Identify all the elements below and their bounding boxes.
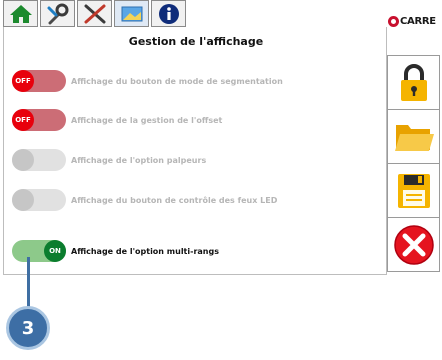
panel-title: Gestion de l'affichage xyxy=(128,35,264,48)
option-row-multirow: ON Affichage de l'option multi-rangs xyxy=(12,239,219,263)
display-settings-panel: Gestion de l'affichage OFF Affichage du … xyxy=(3,27,387,275)
brand-logo: CARRE xyxy=(388,14,440,28)
folder-icon xyxy=(394,124,434,151)
led-control-toggle[interactable] xyxy=(12,189,66,211)
multirow-toggle[interactable]: ON xyxy=(12,240,66,262)
info-icon xyxy=(158,3,179,24)
offset-toggle[interactable]: OFF xyxy=(12,109,66,131)
option-label: Affichage de l'option palpeurs xyxy=(71,155,207,165)
option-row-probes: Affichage de l'option palpeurs xyxy=(12,148,206,172)
open-folder-button[interactable] xyxy=(387,109,440,164)
tab-settings[interactable] xyxy=(77,0,112,27)
option-label: Affichage du bouton de mode de segmentat… xyxy=(71,76,283,86)
option-row-offset: OFF Affichage de la gestion de l'offset xyxy=(12,108,222,132)
toggle-knob xyxy=(12,149,34,171)
tab-tools[interactable] xyxy=(40,0,75,27)
logo-text: CARRE xyxy=(400,15,436,27)
close-icon xyxy=(393,224,434,265)
lock-button[interactable] xyxy=(387,55,440,110)
save-icon xyxy=(397,173,430,208)
segmentation-toggle[interactable]: OFF xyxy=(12,70,66,92)
tab-display[interactable] xyxy=(114,0,149,27)
tab-info[interactable] xyxy=(151,0,186,27)
option-row-led: Affichage du bouton de contrôle des feux… xyxy=(12,188,277,212)
home-icon xyxy=(9,4,32,23)
close-button[interactable] xyxy=(387,217,440,272)
toggle-knob: ON xyxy=(44,240,66,262)
option-row-segmentation: OFF Affichage du bouton de mode de segme… xyxy=(12,69,283,93)
probes-toggle[interactable] xyxy=(12,149,66,171)
lock-icon xyxy=(400,63,427,101)
toggle-knob: OFF xyxy=(12,70,34,92)
display-icon xyxy=(121,6,142,21)
toggle-knob: OFF xyxy=(12,109,34,131)
toggle-knob xyxy=(12,189,34,211)
save-button[interactable] xyxy=(387,163,440,218)
tools-icon xyxy=(47,3,68,24)
option-label: Affichage de l'option multi-rangs xyxy=(71,246,219,256)
logo-mark xyxy=(388,15,399,27)
callout-pointer-line xyxy=(27,257,30,309)
option-label: Affichage de la gestion de l'offset xyxy=(71,115,223,125)
option-label: Affichage du bouton de contrôle des feux… xyxy=(71,195,278,205)
settings-icon xyxy=(84,4,105,23)
tab-home[interactable] xyxy=(3,0,38,27)
tab-bar xyxy=(3,0,186,27)
callout-badge: 3 xyxy=(6,306,50,350)
